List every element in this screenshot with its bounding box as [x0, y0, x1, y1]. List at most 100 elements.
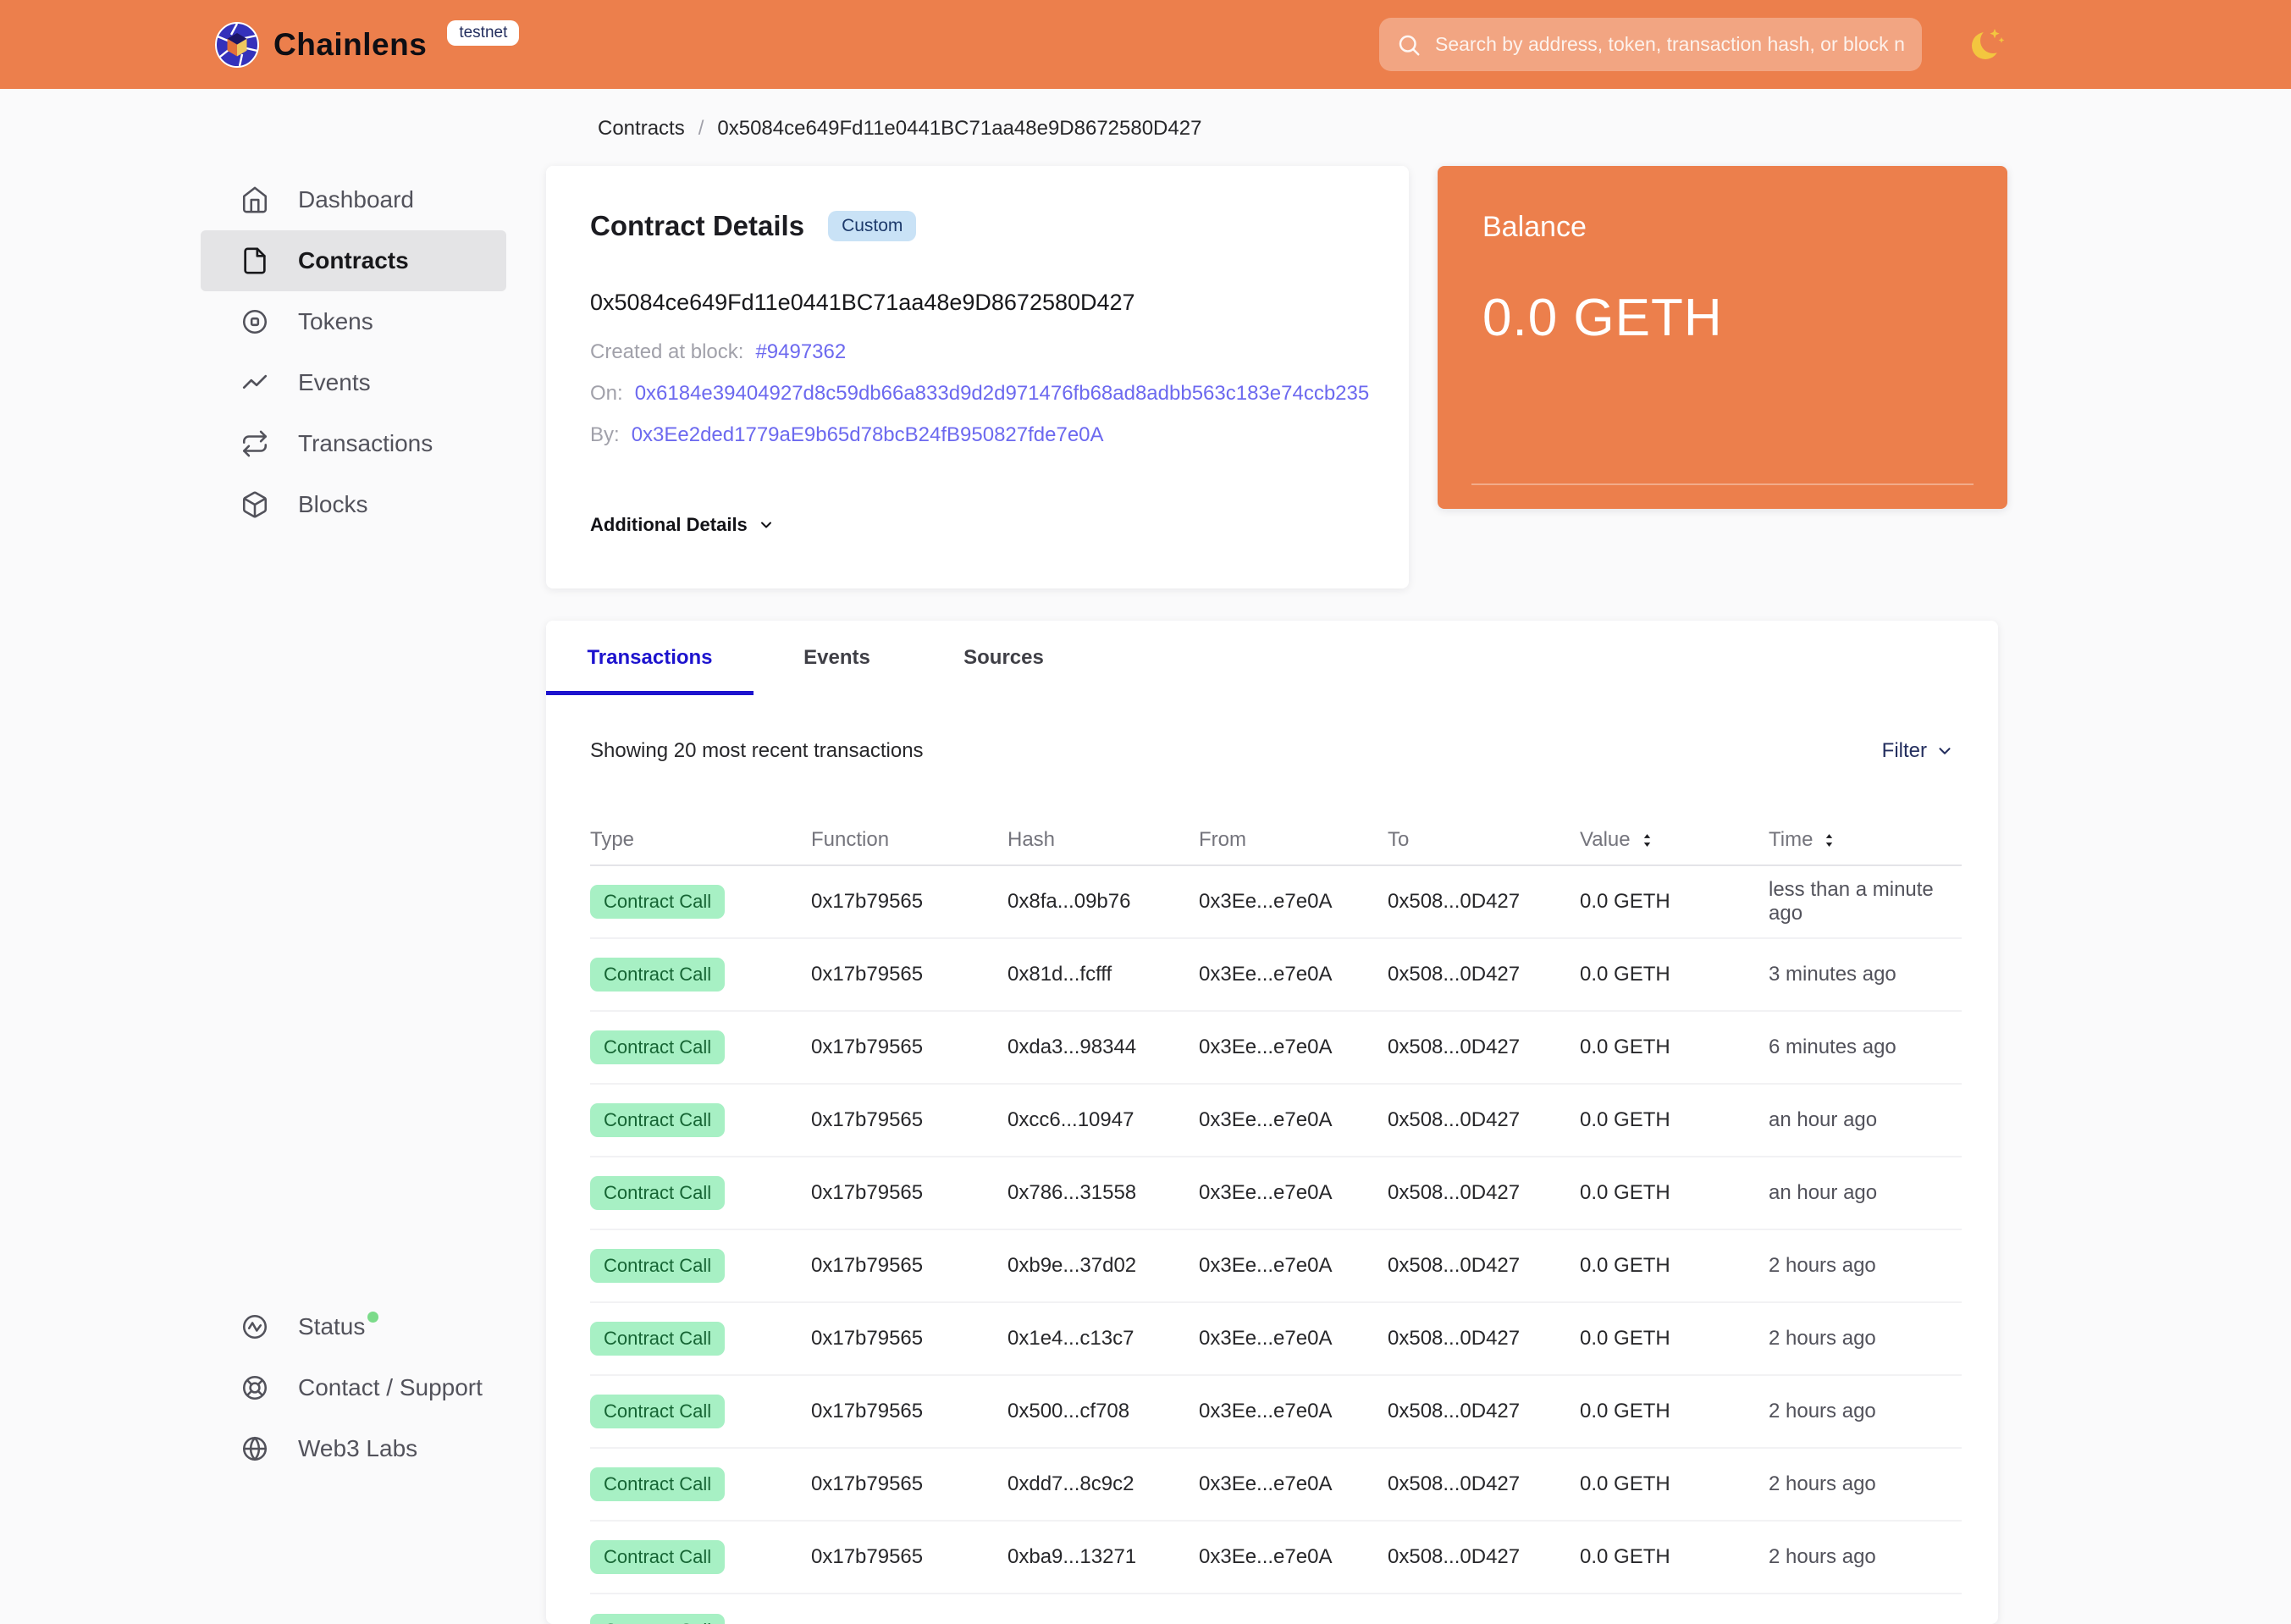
tx-to-link[interactable]: 0x508...0D427: [1388, 1327, 1580, 1351]
brand[interactable]: Chainlens testnet: [214, 0, 520, 89]
sidebar-item-blocks[interactable]: Blocks: [201, 474, 506, 535]
contract-details-title: Contract Details: [590, 210, 805, 241]
tx-to-link[interactable]: 0x508...0D427: [1388, 963, 1580, 986]
tx-to-link[interactable]: 0x508...0D427: [1388, 1181, 1580, 1205]
tx-hash-link[interactable]: 0x500...cf708: [1007, 1400, 1199, 1423]
tx-to-link[interactable]: 0x508...0D427: [1388, 1036, 1580, 1059]
global-search[interactable]: [1379, 18, 1922, 71]
tx-to-link[interactable]: 0x508...0D427: [1388, 1472, 1580, 1496]
tab-transactions[interactable]: Transactions: [546, 621, 754, 695]
breadcrumb-separator: /: [698, 117, 704, 140]
moon-theme-toggle-icon[interactable]: [1968, 24, 2009, 64]
repeat-icon: [242, 430, 268, 457]
tx-from-link[interactable]: 0x3Ee...e7e0A: [1199, 1254, 1388, 1278]
tx-type-badge: Contract Call: [590, 1395, 726, 1428]
tx-hash-link[interactable]: 0x8fa...09b76: [1007, 890, 1199, 914]
tx-value: 0.0 GETH: [1580, 963, 1670, 986]
sidebar-item-label: Contracts: [298, 247, 409, 273]
tx-type-badge: Contract Call: [590, 1030, 726, 1064]
transactions-panel: Transactions Events Sources Showing 20 m…: [546, 621, 1998, 1624]
tx-time: less than a minute ago: [1769, 878, 1934, 925]
tx-value: 0.0 GETH: [1580, 1108, 1670, 1131]
sidebar-item-events[interactable]: Events: [201, 352, 506, 413]
balance-value: 0.0 GETH: [1482, 289, 1723, 347]
tx-from-link[interactable]: 0x3Ee...e7e0A: [1199, 890, 1388, 914]
tx-hash-link[interactable]: 0x81d...fcfff: [1007, 963, 1199, 986]
tx-function: 0x17b79565: [811, 1036, 924, 1058]
col-value-sort[interactable]: Value: [1580, 828, 1769, 852]
home-icon: [242, 186, 268, 213]
created-at-block-link[interactable]: #9497362: [755, 340, 846, 365]
table-row: Contract Call 0x17b79565 0x1e4...c13c7 0x3E…: [590, 1303, 1962, 1376]
sort-icon[interactable]: [1820, 831, 1838, 849]
search-icon: [1399, 35, 1420, 55]
tx-time: 2 hours ago: [1769, 1545, 1876, 1568]
tx-hash-link[interactable]: 0xdd7...8c9c2: [1007, 1472, 1199, 1496]
sidebar-item-transactions[interactable]: Transactions: [201, 413, 506, 474]
activity-icon: [242, 1314, 268, 1340]
sidebar-item-contact-support[interactable]: Contact / Support: [201, 1357, 506, 1418]
breadcrumb-contracts[interactable]: Contracts: [598, 117, 685, 141]
token-icon: [242, 309, 268, 334]
file-icon: [244, 247, 266, 274]
tx-hash-link[interactable]: 0xda3...98344: [1007, 1036, 1199, 1059]
tx-value: 0.0 GETH: [1580, 1545, 1670, 1568]
trend-icon: [242, 374, 268, 389]
tab-sources[interactable]: Sources: [920, 621, 1087, 695]
tab-events[interactable]: Events: [754, 621, 920, 695]
tx-from-link[interactable]: 0x3Ee...e7e0A: [1199, 963, 1388, 986]
tx-from-link[interactable]: 0x3Ee...e7e0A: [1199, 1036, 1388, 1059]
tx-type-badge: Contract Call: [590, 1467, 726, 1501]
tx-time: 2 hours ago: [1769, 1327, 1876, 1350]
sort-icon[interactable]: [1638, 831, 1656, 849]
tx-from-link[interactable]: 0x3Ee...e7e0A: [1199, 1181, 1388, 1205]
tx-to-link[interactable]: 0x508...0D427: [1388, 1400, 1580, 1423]
sidebar-item-web3-labs[interactable]: Web3 Labs: [201, 1418, 506, 1479]
tx-to-link[interactable]: 0x508...0D427: [1388, 1254, 1580, 1278]
tx-from-link[interactable]: 0x3Ee...e7e0A: [1199, 1108, 1388, 1132]
table-row: Contract Call 0x17b79565 0x81d...fcfff 0x3E…: [590, 939, 1962, 1012]
col-time-sort[interactable]: Time: [1769, 828, 1962, 852]
tx-hash-link[interactable]: 0xba9...13271: [1007, 1545, 1199, 1569]
tx-function: 0x17b79565: [811, 1400, 924, 1422]
tx-type-badge: Contract Call: [590, 1176, 726, 1210]
tx-to-link[interactable]: 0x508...0D427: [1388, 1108, 1580, 1132]
sidebar-item-dashboard[interactable]: Dashboard: [201, 169, 506, 230]
tx-hash-link[interactable]: 0xcc6...10947: [1007, 1108, 1199, 1132]
tx-from-link[interactable]: 0x3Ee...e7e0A: [1199, 1472, 1388, 1496]
tx-type-badge: Contract Call: [590, 1614, 726, 1624]
table-row-partial: Contract Call: [590, 1594, 1962, 1624]
table-row: Contract Call 0x17b79565 0x8fa...09b76 0x3E…: [590, 866, 1962, 939]
sidebar-nav: Dashboard Contracts Tokens Events Transa…: [201, 169, 506, 535]
additional-details-toggle[interactable]: Additional Details: [590, 514, 1365, 536]
col-type: Type: [590, 828, 635, 851]
sidebar-item-contracts[interactable]: Contracts: [201, 230, 506, 291]
tx-function: 0x17b79565: [811, 1254, 924, 1277]
sidebar-item-label: Status: [298, 1312, 379, 1340]
search-input[interactable]: [1435, 33, 1905, 56]
col-from: From: [1199, 828, 1246, 851]
table-header-row: Type Function Hash From To Value Time: [590, 815, 1962, 866]
by-address-link[interactable]: 0x3Ee2ded1779aE9b65d78bcB24fB950827fde7e…: [632, 423, 1104, 448]
by-address-row: By: 0x3Ee2ded1779aE9b65d78bcB24fB950827f…: [590, 423, 1365, 448]
tx-type-badge: Contract Call: [590, 1322, 726, 1356]
tx-to-link[interactable]: 0x508...0D427: [1388, 890, 1580, 914]
tx-from-link[interactable]: 0x3Ee...e7e0A: [1199, 1327, 1388, 1351]
tx-to-link[interactable]: 0x508...0D427: [1388, 1545, 1580, 1569]
tx-function: 0x17b79565: [811, 1545, 924, 1568]
filter-button[interactable]: Filter: [1882, 739, 1954, 763]
tx-time: an hour ago: [1769, 1108, 1878, 1131]
tx-from-link[interactable]: 0x3Ee...e7e0A: [1199, 1545, 1388, 1569]
tx-value: 0.0 GETH: [1580, 1472, 1670, 1495]
tx-type-badge: Contract Call: [590, 1249, 726, 1283]
sidebar-item-tokens[interactable]: Tokens: [201, 291, 506, 352]
tx-hash-link[interactable]: 0x786...31558: [1007, 1181, 1199, 1205]
on-label: On:: [590, 382, 623, 405]
on-tx-hash-link[interactable]: 0x6184e39404927d8c59db66a833d9d2d971476f…: [635, 381, 1370, 406]
tx-hash-link[interactable]: 0x1e4...c13c7: [1007, 1327, 1199, 1351]
tx-hash-link[interactable]: 0xb9e...37d02: [1007, 1254, 1199, 1278]
sidebar-item-status[interactable]: Status: [201, 1296, 506, 1357]
tx-from-link[interactable]: 0x3Ee...e7e0A: [1199, 1400, 1388, 1423]
sidebar-footer-nav: Status Contact / Support Web3 Labs: [201, 1296, 506, 1479]
chainlens-logo-icon: [215, 21, 259, 68]
